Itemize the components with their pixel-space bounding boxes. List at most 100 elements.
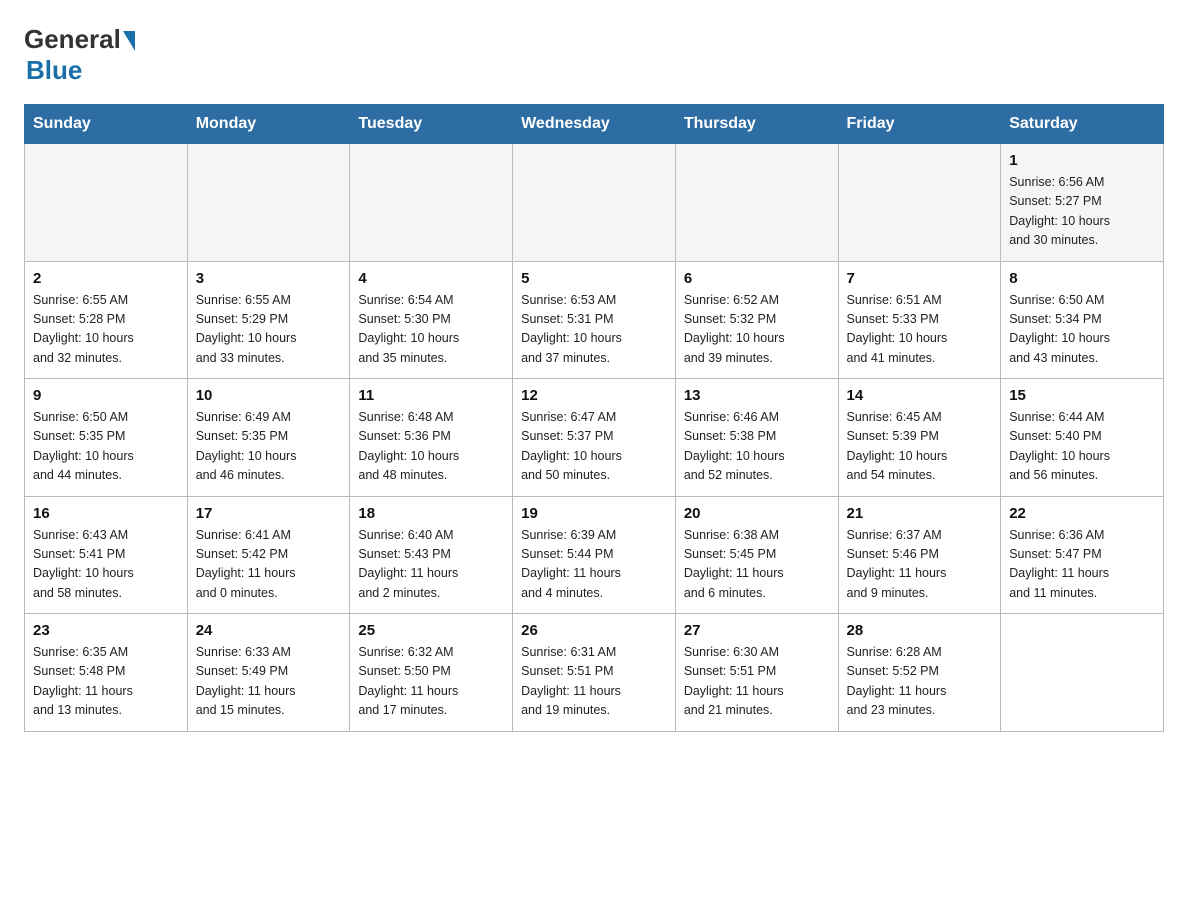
day-info: Sunrise: 6:46 AMSunset: 5:38 PMDaylight:…: [684, 408, 830, 486]
calendar-week-row: 1 Sunrise: 6:56 AMSunset: 5:27 PMDaylight…: [25, 144, 1164, 262]
day-info: Sunrise: 6:35 AMSunset: 5:48 PMDaylight:…: [33, 643, 179, 721]
calendar-cell: 27 Sunrise: 6:30 AMSunset: 5:51 PMDayligh…: [675, 614, 838, 732]
calendar-cell: 14Sunrise: 6:45 AMSunset: 5:39 PMDayligh…: [838, 379, 1001, 497]
calendar-cell: 25 Sunrise: 6:32 AMSunset: 5:50 PMDayligh…: [350, 614, 513, 732]
day-number: 27: [684, 622, 830, 639]
calendar-cell: 17Sunrise: 6:41 AMSunset: 5:42 PMDayligh…: [187, 496, 350, 614]
calendar-cell: 23 Sunrise: 6:35 AMSunset: 5:48 PMDayligh…: [25, 614, 188, 732]
calendar-cell: 21 Sunrise: 6:37 AMSunset: 5:46 PMDayligh…: [838, 496, 1001, 614]
day-number: 11: [358, 387, 504, 404]
day-number: 3: [196, 270, 342, 287]
day-number: 4: [358, 270, 504, 287]
calendar-cell: [25, 144, 188, 262]
calendar-cell: 6 Sunrise: 6:52 AMSunset: 5:32 PMDaylight…: [675, 261, 838, 379]
day-number: 7: [847, 270, 993, 287]
day-number: 6: [684, 270, 830, 287]
day-number: 18: [358, 505, 504, 522]
day-number: 13: [684, 387, 830, 404]
calendar-cell: [675, 144, 838, 262]
day-number: 14: [847, 387, 993, 404]
day-info: Sunrise: 6:31 AMSunset: 5:51 PMDaylight:…: [521, 643, 667, 721]
day-info: Sunrise: 6:30 AMSunset: 5:51 PMDaylight:…: [684, 643, 830, 721]
day-number: 15: [1009, 387, 1155, 404]
day-info: Sunrise: 6:33 AMSunset: 5:49 PMDaylight:…: [196, 643, 342, 721]
logo-blue-text: Blue: [26, 55, 82, 86]
calendar-cell: 11 Sunrise: 6:48 AMSunset: 5:36 PMDayligh…: [350, 379, 513, 497]
calendar-cell: 7 Sunrise: 6:51 AMSunset: 5:33 PMDaylight…: [838, 261, 1001, 379]
weekday-header-wednesday: Wednesday: [513, 105, 676, 144]
day-info: Sunrise: 6:50 AMSunset: 5:34 PMDaylight:…: [1009, 291, 1155, 369]
weekday-header-friday: Friday: [838, 105, 1001, 144]
calendar-cell: [187, 144, 350, 262]
day-number: 10: [196, 387, 342, 404]
day-number: 22: [1009, 505, 1155, 522]
day-info: Sunrise: 6:37 AMSunset: 5:46 PMDaylight:…: [847, 526, 993, 604]
calendar-cell: [350, 144, 513, 262]
day-info: Sunrise: 6:44 AMSunset: 5:40 PMDaylight:…: [1009, 408, 1155, 486]
day-info: Sunrise: 6:41 AMSunset: 5:42 PMDaylight:…: [196, 526, 342, 604]
day-info: Sunrise: 6:50 AMSunset: 5:35 PMDaylight:…: [33, 408, 179, 486]
page-header: General Blue: [24, 24, 1164, 86]
calendar-cell: 28 Sunrise: 6:28 AMSunset: 5:52 PMDayligh…: [838, 614, 1001, 732]
day-number: 25: [358, 622, 504, 639]
day-info: Sunrise: 6:55 AMSunset: 5:29 PMDaylight:…: [196, 291, 342, 369]
calendar-cell: 18 Sunrise: 6:40 AMSunset: 5:43 PMDayligh…: [350, 496, 513, 614]
calendar-cell: 3 Sunrise: 6:55 AMSunset: 5:29 PMDaylight…: [187, 261, 350, 379]
day-info: Sunrise: 6:40 AMSunset: 5:43 PMDaylight:…: [358, 526, 504, 604]
day-number: 16: [33, 505, 179, 522]
weekday-header-saturday: Saturday: [1001, 105, 1164, 144]
calendar-cell: 4 Sunrise: 6:54 AMSunset: 5:30 PMDaylight…: [350, 261, 513, 379]
day-number: 5: [521, 270, 667, 287]
day-number: 9: [33, 387, 179, 404]
calendar-week-row: 2 Sunrise: 6:55 AMSunset: 5:28 PMDaylight…: [25, 261, 1164, 379]
calendar-cell: [513, 144, 676, 262]
calendar-cell: [1001, 614, 1164, 732]
calendar-cell: 5Sunrise: 6:53 AMSunset: 5:31 PMDaylight…: [513, 261, 676, 379]
day-info: Sunrise: 6:56 AMSunset: 5:27 PMDaylight:…: [1009, 173, 1155, 251]
calendar-week-row: 16 Sunrise: 6:43 AMSunset: 5:41 PMDayligh…: [25, 496, 1164, 614]
day-number: 1: [1009, 152, 1155, 169]
calendar-week-row: 23 Sunrise: 6:35 AMSunset: 5:48 PMDayligh…: [25, 614, 1164, 732]
calendar-cell: 10Sunrise: 6:49 AMSunset: 5:35 PMDayligh…: [187, 379, 350, 497]
day-info: Sunrise: 6:48 AMSunset: 5:36 PMDaylight:…: [358, 408, 504, 486]
day-info: Sunrise: 6:55 AMSunset: 5:28 PMDaylight:…: [33, 291, 179, 369]
weekday-header-thursday: Thursday: [675, 105, 838, 144]
day-number: 19: [521, 505, 667, 522]
day-info: Sunrise: 6:28 AMSunset: 5:52 PMDaylight:…: [847, 643, 993, 721]
day-number: 23: [33, 622, 179, 639]
calendar-week-row: 9 Sunrise: 6:50 AMSunset: 5:35 PMDaylight…: [25, 379, 1164, 497]
day-number: 24: [196, 622, 342, 639]
calendar-cell: 16 Sunrise: 6:43 AMSunset: 5:41 PMDayligh…: [25, 496, 188, 614]
calendar-cell: 22Sunrise: 6:36 AMSunset: 5:47 PMDayligh…: [1001, 496, 1164, 614]
calendar-cell: 2 Sunrise: 6:55 AMSunset: 5:28 PMDaylight…: [25, 261, 188, 379]
logo-general-text: General: [24, 24, 121, 55]
day-info: Sunrise: 6:32 AMSunset: 5:50 PMDaylight:…: [358, 643, 504, 721]
day-info: Sunrise: 6:39 AMSunset: 5:44 PMDaylight:…: [521, 526, 667, 604]
weekday-header-tuesday: Tuesday: [350, 105, 513, 144]
calendar-cell: 24 Sunrise: 6:33 AMSunset: 5:49 PMDayligh…: [187, 614, 350, 732]
calendar-cell: 19 Sunrise: 6:39 AMSunset: 5:44 PMDayligh…: [513, 496, 676, 614]
day-number: 28: [847, 622, 993, 639]
weekday-header-row: SundayMondayTuesdayWednesdayThursdayFrid…: [25, 105, 1164, 144]
calendar-cell: 1 Sunrise: 6:56 AMSunset: 5:27 PMDaylight…: [1001, 144, 1164, 262]
day-info: Sunrise: 6:51 AMSunset: 5:33 PMDaylight:…: [847, 291, 993, 369]
calendar-cell: [838, 144, 1001, 262]
day-number: 21: [847, 505, 993, 522]
calendar-cell: 20Sunrise: 6:38 AMSunset: 5:45 PMDayligh…: [675, 496, 838, 614]
logo: General Blue: [24, 24, 137, 86]
day-number: 20: [684, 505, 830, 522]
day-number: 12: [521, 387, 667, 404]
day-info: Sunrise: 6:54 AMSunset: 5:30 PMDaylight:…: [358, 291, 504, 369]
calendar-cell: 9 Sunrise: 6:50 AMSunset: 5:35 PMDaylight…: [25, 379, 188, 497]
calendar-table: SundayMondayTuesdayWednesdayThursdayFrid…: [24, 104, 1164, 732]
day-number: 2: [33, 270, 179, 287]
day-number: 26: [521, 622, 667, 639]
day-number: 8: [1009, 270, 1155, 287]
calendar-cell: 13 Sunrise: 6:46 AMSunset: 5:38 PMDayligh…: [675, 379, 838, 497]
logo-triangle-icon: [123, 31, 135, 51]
day-info: Sunrise: 6:43 AMSunset: 5:41 PMDaylight:…: [33, 526, 179, 604]
weekday-header-sunday: Sunday: [25, 105, 188, 144]
weekday-header-monday: Monday: [187, 105, 350, 144]
day-info: Sunrise: 6:52 AMSunset: 5:32 PMDaylight:…: [684, 291, 830, 369]
calendar-cell: 15 Sunrise: 6:44 AMSunset: 5:40 PMDayligh…: [1001, 379, 1164, 497]
